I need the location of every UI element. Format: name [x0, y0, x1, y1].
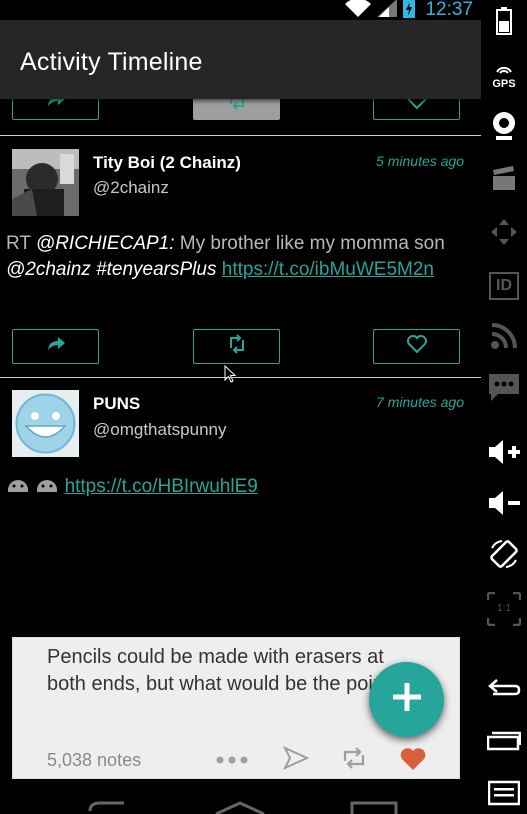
avatar[interactable] — [12, 390, 79, 457]
scale-button[interactable]: 1:1 — [481, 586, 527, 632]
url-link[interactable]: https://t.co/HBIrwuhlE9 — [65, 476, 258, 497]
tweet-text-part: RT — [6, 233, 36, 254]
tweet-text: https://t.co/HBIrwuhlE9 — [6, 474, 461, 500]
heart-icon — [406, 99, 428, 115]
url-link[interactable]: https://t.co/ibMuWE5M2n — [222, 259, 434, 280]
media-notes-count: 5,038 notes — [47, 750, 142, 770]
tweet-author-handle[interactable]: @2chainz — [93, 178, 169, 198]
android-emoji-icon — [6, 476, 35, 497]
signal-icon — [377, 0, 398, 22]
scale-icon: 1:1 — [487, 592, 521, 626]
retweet-button[interactable] — [193, 99, 280, 120]
more-dots-icon — [215, 752, 249, 770]
recents-icon[interactable] — [350, 801, 398, 814]
retweet-icon — [227, 99, 247, 115]
tweet-timestamp: 5 minutes ago — [376, 153, 464, 169]
plus-icon — [391, 681, 423, 718]
tweet-timestamp: 7 minutes ago — [376, 394, 464, 410]
gps-label: GPS — [492, 77, 516, 90]
app-bar: Activity Timeline — [0, 20, 481, 99]
dpad-tool-button[interactable] — [481, 211, 527, 257]
emulator-toolbar: GPS ID 1:1 — [481, 0, 527, 814]
message-icon — [488, 372, 520, 407]
android-emoji-icon — [35, 476, 64, 497]
navigation-bar — [0, 779, 481, 814]
rotate-icon — [488, 538, 520, 575]
retweet-button[interactable] — [193, 329, 280, 364]
wifi-icon — [345, 0, 372, 22]
volume-up-icon — [487, 438, 521, 471]
battery-tool-button[interactable] — [481, 0, 527, 46]
tweet-author-handle[interactable]: @omgthatspunny — [93, 420, 227, 440]
scale-label: 1:1 — [497, 603, 511, 614]
mention-link[interactable]: @RICHIECAP1: — [36, 233, 175, 254]
media-footer: 5,038 notes — [47, 745, 427, 777]
gps-icon: GPS — [492, 61, 516, 90]
heart-icon — [406, 334, 428, 359]
reply-button[interactable] — [12, 329, 99, 364]
camera-tool-button[interactable] — [481, 105, 527, 151]
sms-tool-button[interactable] — [481, 366, 527, 412]
reply-icon — [45, 99, 67, 114]
volume-down-icon — [487, 489, 521, 522]
clapperboard-icon — [491, 165, 517, 197]
volume-up-button[interactable] — [481, 431, 527, 477]
back-tool-button[interactable] — [481, 668, 527, 714]
status-clock: 12:37 — [425, 0, 473, 20]
status-icons: 12:37 — [345, 0, 473, 20]
retweet-icon — [227, 334, 247, 359]
tweet-author-name[interactable]: PUNS — [93, 394, 140, 414]
mention-link[interactable]: @2chainz — [6, 259, 91, 280]
menu-tool-button[interactable] — [481, 772, 527, 814]
favorite-button[interactable] — [373, 99, 460, 120]
id-icon: ID — [489, 272, 519, 300]
webcam-icon — [490, 111, 518, 146]
send-icon — [282, 745, 310, 775]
back-arrow-icon — [487, 678, 521, 705]
id-tool-button[interactable]: ID — [481, 263, 527, 309]
page-title: Activity Timeline — [20, 48, 203, 76]
favorite-button[interactable] — [373, 329, 460, 364]
tweet-author-name[interactable]: Tity Boi (2 Chainz) — [93, 153, 241, 173]
home-icon[interactable] — [214, 801, 266, 814]
tweet-text: RT @RICHIECAP1: My brother like my momma… — [6, 231, 461, 283]
compose-fab-button[interactable] — [369, 662, 444, 737]
menu-icon — [487, 780, 521, 811]
move-arrows-icon — [489, 217, 519, 252]
back-icon[interactable] — [84, 799, 128, 814]
rss-tool-button[interactable] — [481, 315, 527, 361]
battery-icon — [496, 6, 512, 40]
tweet-text-part: My brother like my momma son — [174, 233, 445, 254]
heart-filled-icon — [399, 746, 427, 777]
tweet-actions — [12, 329, 460, 364]
rotate-button[interactable] — [481, 533, 527, 579]
reply-button[interactable] — [12, 99, 99, 120]
recents-tool-button[interactable] — [481, 720, 527, 766]
hashtag-link[interactable]: #tenyearsPlus — [96, 259, 216, 280]
avatar[interactable] — [12, 149, 79, 216]
volume-down-button[interactable] — [481, 482, 527, 528]
media-tool-button[interactable] — [481, 158, 527, 204]
reblog-icon — [341, 746, 367, 775]
status-bar: 12:37 — [0, 0, 481, 20]
gps-tool-button[interactable]: GPS — [481, 52, 527, 98]
reply-icon — [45, 335, 67, 358]
tweet-actions — [12, 99, 460, 120]
recents-apps-icon — [486, 731, 522, 756]
rss-icon — [490, 322, 518, 355]
